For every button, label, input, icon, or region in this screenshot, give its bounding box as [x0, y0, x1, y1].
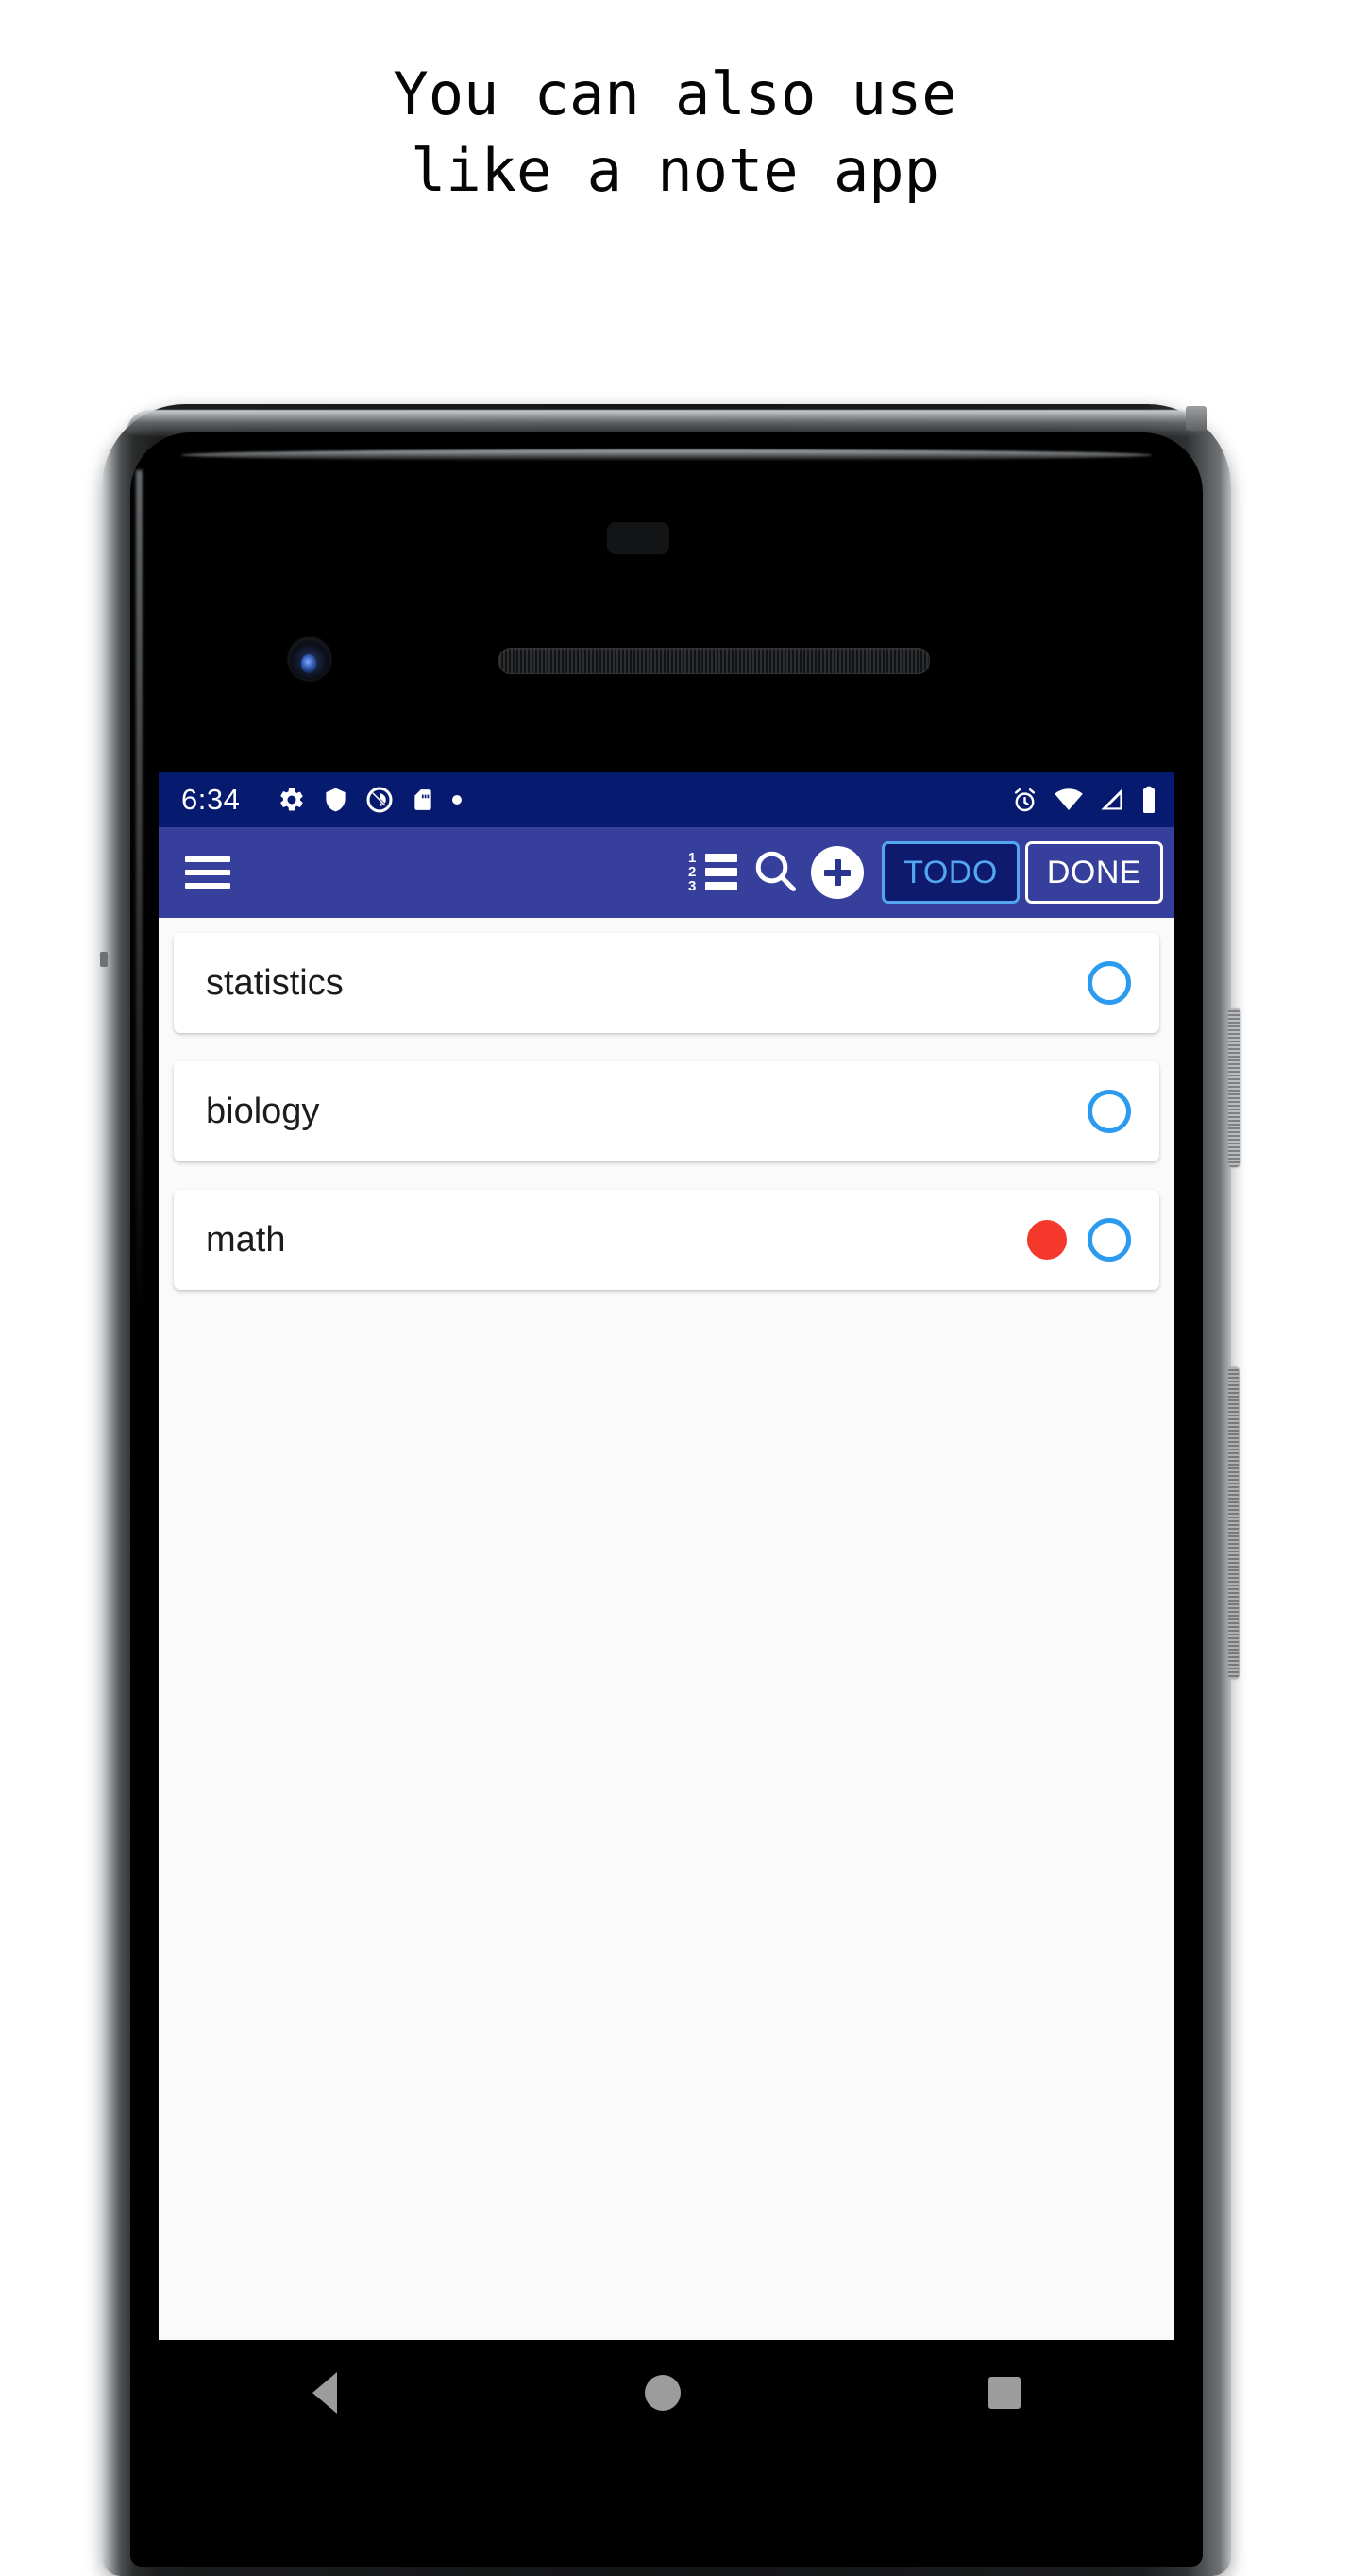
phone-screen: 6:34 1 2 3 TODO DONE statistics biology … — [159, 772, 1174, 2340]
status-bar-left: 6:34 — [181, 783, 463, 817]
task-checkbox[interactable] — [1088, 961, 1131, 1005]
hamburger-menu-icon[interactable] — [185, 856, 230, 889]
task-title: biology — [206, 1091, 320, 1131]
numbered-list-row: 1 — [688, 850, 737, 866]
numbered-list-bar — [705, 854, 737, 862]
numbered-list-bar — [705, 868, 737, 876]
numbered-list-digit: 2 — [688, 864, 697, 880]
status-bar-right — [1011, 786, 1157, 814]
front-camera-icon — [289, 638, 330, 680]
numbered-list-row: 2 — [688, 864, 737, 880]
search-icon — [751, 846, 800, 900]
signal-icon — [1099, 788, 1125, 812]
power-button[interactable] — [1228, 1008, 1240, 1167]
shield-icon — [323, 786, 348, 814]
wifi-icon — [1054, 788, 1084, 812]
phone-mockup: 6:34 1 2 3 TODO DONE statistics biology … — [100, 404, 1240, 2576]
glass-highlight — [181, 449, 1152, 461]
numbered-list-bar — [705, 882, 737, 890]
hamburger-line — [185, 870, 230, 875]
recents-square-icon[interactable] — [988, 2377, 1021, 2409]
earpiece-speaker-icon — [498, 648, 930, 674]
status-clock: 6:34 — [181, 783, 241, 816]
task-row-math[interactable]: math — [174, 1190, 1159, 1290]
glass-left-highlight — [136, 470, 143, 1887]
numbered-list-digit: 3 — [688, 878, 697, 894]
battery-icon — [1140, 786, 1157, 814]
android-nav-bar — [159, 2340, 1174, 2446]
home-circle-icon[interactable] — [645, 2375, 681, 2411]
tab-todo[interactable]: TODO — [882, 841, 1020, 904]
gear-icon — [278, 786, 306, 814]
status-bar: 6:34 — [159, 772, 1174, 827]
numbered-list-row: 3 — [688, 878, 737, 894]
numbered-list-icon: 1 2 3 — [688, 850, 737, 894]
proximity-sensor-icon — [607, 522, 669, 554]
task-checkbox[interactable] — [1088, 1218, 1131, 1262]
hamburger-line — [185, 856, 230, 862]
hamburger-line — [185, 883, 230, 889]
task-row-biology[interactable]: biology — [174, 1061, 1159, 1161]
priority-dot-icon — [1027, 1220, 1067, 1260]
do-not-disturb-icon — [365, 786, 394, 814]
task-row-actions — [1088, 961, 1131, 1005]
sort-button[interactable]: 1 2 3 — [682, 841, 744, 904]
alarm-icon — [1011, 787, 1038, 814]
back-triangle-icon[interactable] — [312, 2372, 337, 2414]
search-button[interactable] — [744, 841, 806, 904]
sd-card-icon — [411, 786, 435, 814]
frame-antenna-seam — [1186, 406, 1207, 431]
phone-bottom-chin — [159, 2446, 1174, 2567]
plus-icon — [811, 846, 864, 899]
tab-done[interactable]: DONE — [1025, 841, 1163, 904]
task-row-actions — [1088, 1090, 1131, 1133]
caption-line-1: You can also use — [393, 59, 957, 128]
task-row-actions — [1027, 1218, 1131, 1262]
app-bar: 1 2 3 TODO DONE — [159, 827, 1174, 918]
add-task-button[interactable] — [806, 841, 869, 904]
task-title: math — [206, 1219, 286, 1260]
dot-icon — [452, 795, 463, 805]
caption-line-2: like a note app — [411, 135, 939, 205]
numbered-list-digit: 1 — [688, 850, 697, 866]
task-row-statistics[interactable]: statistics — [174, 933, 1159, 1033]
caption-text: You can also use like a note app — [0, 57, 1350, 209]
left-antenna-line — [100, 952, 108, 967]
tab-bar: TODO DONE — [882, 841, 1163, 904]
task-title: statistics — [206, 962, 344, 1003]
task-checkbox[interactable] — [1088, 1090, 1131, 1133]
task-list: statistics biology math — [159, 918, 1174, 2340]
volume-rocker-button[interactable] — [1228, 1367, 1239, 1679]
